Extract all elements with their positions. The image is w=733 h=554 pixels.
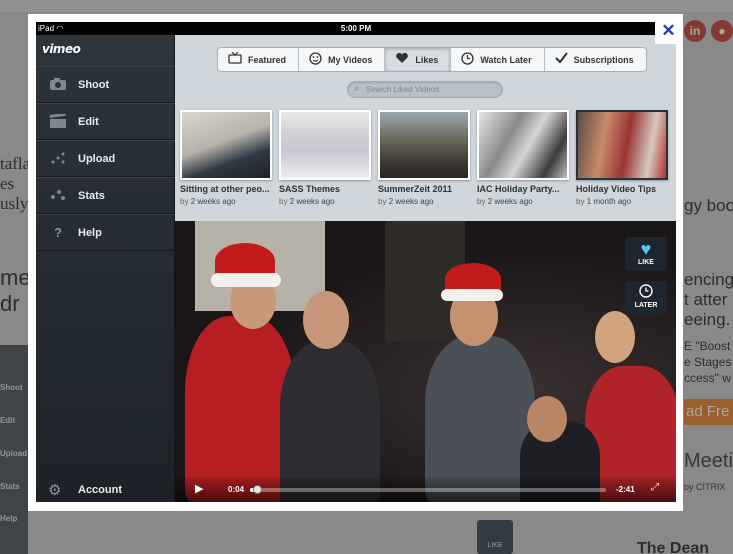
gear-icon: ⚙ <box>48 482 62 499</box>
sidebar-item-label: Upload <box>78 153 116 165</box>
tab-subscriptions[interactable]: Subscriptions <box>545 48 646 71</box>
close-button[interactable]: ✕ <box>655 18 682 44</box>
remaining-time: -2:41 <box>616 485 635 494</box>
tab-watch-later[interactable]: Watch Later <box>451 48 545 71</box>
current-time: 0:04 <box>228 485 245 494</box>
clock-icon <box>625 284 667 302</box>
video-thumbnail <box>180 110 272 180</box>
video-title: SummerZeit 2011 <box>378 184 453 194</box>
vimeo-logo: vimeo <box>42 42 81 56</box>
sidebar-item-label: Edit <box>78 116 99 128</box>
tab-label: Watch Later <box>480 54 532 65</box>
video-title: SASS Themes <box>279 184 341 194</box>
ipad-screen: iPad ◠ 5:00 PM 79 vimeo Shoot Edit Uploa… <box>36 22 676 502</box>
search-placeholder: Search Liked Videos <box>366 85 440 94</box>
video-age: 2 weeks ago <box>487 197 533 206</box>
tab-likes[interactable]: Likes <box>385 48 452 71</box>
tab-bar: Featured My Videos Likes Watch Later Sub… <box>217 47 647 72</box>
sidebar-item-help[interactable]: ? Help <box>36 214 175 251</box>
tab-label: My Videos <box>328 54 373 65</box>
tv-icon <box>228 51 242 67</box>
like-button[interactable]: ♥ LIKE <box>625 237 667 271</box>
status-bar: iPad ◠ 5:00 PM 79 <box>36 22 676 35</box>
status-time: 5:00 PM <box>340 24 372 33</box>
play-button[interactable]: ▶ <box>195 482 203 495</box>
video-thumbnail <box>477 110 569 180</box>
sidebar: vimeo Shoot Edit Upload Stats ? Help ⚙ A… <box>36 35 175 502</box>
player-controls: ▶ 0:04 -2:41 ⤢ <box>175 477 676 502</box>
video-meta: by 2 weeks ago <box>180 197 272 206</box>
video-by: by <box>279 197 288 206</box>
video-meta: by 2 weeks ago <box>279 197 371 206</box>
video-title: IAC Holiday Party... <box>477 184 560 194</box>
video-thumb[interactable]: SummerZeit 2011 by 2 weeks ago <box>378 110 470 206</box>
video-age: 2 weeks ago <box>190 197 236 206</box>
upload-icon <box>48 151 68 167</box>
like-label: LIKE <box>638 259 654 266</box>
account-label: Account <box>78 484 122 496</box>
video-meta: by 1 month ago <box>576 197 668 206</box>
clock-icon <box>461 51 475 68</box>
video-by: by <box>378 197 387 206</box>
video-thumb[interactable]: Sitting at other peo... by 2 weeks ago <box>180 110 272 206</box>
video-thumbnail <box>279 110 371 180</box>
tab-label: Subscriptions <box>573 54 634 65</box>
video-thumbnail <box>378 110 470 180</box>
tab-my-videos[interactable]: My Videos <box>299 48 386 71</box>
later-label: LATER <box>634 302 658 309</box>
scene-head <box>595 311 635 363</box>
progress-knob[interactable] <box>253 485 263 494</box>
stats-icon <box>48 188 68 204</box>
main-area: Featured My Videos Likes Watch Later Sub… <box>175 35 676 502</box>
scene-hat-rim <box>211 273 281 287</box>
video-thumb[interactable]: IAC Holiday Party... by 2 weeks ago <box>477 110 569 206</box>
sidebar-item-label: Stats <box>78 190 105 202</box>
heart-icon: ♥ <box>640 239 652 259</box>
video-by: by <box>180 197 189 206</box>
video-age: 2 weeks ago <box>388 197 434 206</box>
sidebar-item-upload[interactable]: Upload <box>36 140 175 177</box>
clapper-icon <box>48 112 68 130</box>
fullscreen-icon[interactable]: ⤢ <box>651 482 659 493</box>
tab-featured[interactable]: Featured <box>218 48 300 71</box>
video-meta: by 2 weeks ago <box>378 197 470 206</box>
video-thumb[interactable]: Holiday Video Tips by 1 month ago <box>576 110 668 206</box>
video-player[interactable]: ♥ LIKE LATER ▶ 0:04 -2:41 ⤢ <box>175 221 676 502</box>
watch-later-button[interactable]: LATER <box>625 281 667 315</box>
browse-header: Featured My Videos Likes Watch Later Sub… <box>175 35 676 221</box>
video-age: 1 month ago <box>586 197 632 206</box>
tab-label: Likes <box>415 54 439 65</box>
tab-label: Featured <box>248 54 287 65</box>
video-meta: by 2 weeks ago <box>477 197 569 206</box>
video-age: 2 weeks ago <box>289 197 335 206</box>
video-title: Holiday Video Tips <box>576 184 657 194</box>
camera-icon <box>48 77 68 93</box>
sidebar-item-shoot[interactable]: Shoot <box>36 66 175 103</box>
check-icon <box>554 52 568 67</box>
sidebar-item-stats[interactable]: Stats <box>36 177 175 214</box>
smiley-icon <box>309 51 322 68</box>
search-input[interactable]: ⌕ Search Liked Videos <box>347 81 503 98</box>
scene-person <box>185 316 295 502</box>
video-strip: Sitting at other peo... by 2 weeks ago S… <box>180 110 676 215</box>
video-by: by <box>576 197 585 206</box>
scene-hat-rim <box>441 289 503 301</box>
sidebar-item-label: Help <box>78 227 102 239</box>
sidebar-item-label: Shoot <box>78 79 110 91</box>
video-thumbnail <box>576 110 668 180</box>
scene-head <box>303 291 349 349</box>
progress-bar[interactable] <box>250 485 606 494</box>
help-icon: ? <box>54 225 62 240</box>
video-by: by <box>477 197 486 206</box>
video-thumb[interactable]: SASS Themes by 2 weeks ago <box>279 110 371 206</box>
heart-icon <box>395 52 409 67</box>
scene-head <box>527 396 567 442</box>
sidebar-item-edit[interactable]: Edit <box>36 103 175 140</box>
video-title: Sitting at other peo... <box>180 184 270 194</box>
sidebar-item-account[interactable]: ⚙ Account <box>36 478 175 502</box>
search-icon: ⌕ <box>354 83 360 94</box>
